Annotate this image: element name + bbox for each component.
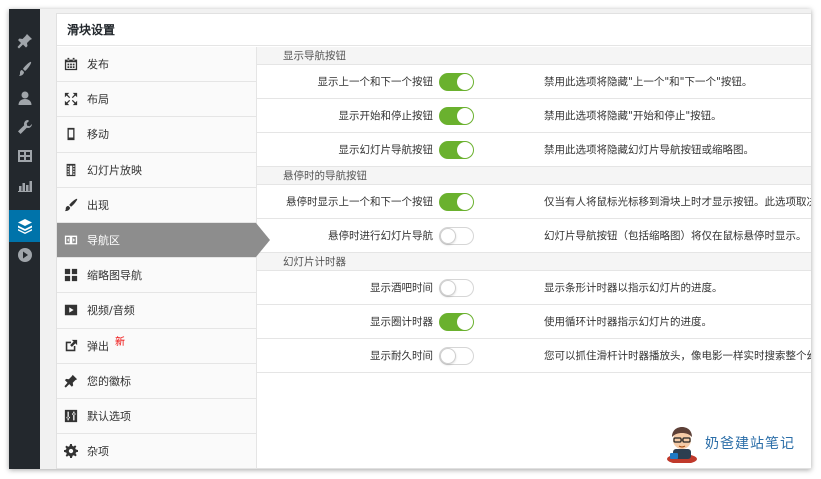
nav-item-label: 弹出 bbox=[87, 339, 109, 353]
nav-item-mobile[interactable]: 移动 bbox=[57, 117, 256, 153]
film-icon bbox=[64, 163, 78, 177]
setting-row: 悬停时进行幻灯片导航 幻灯片导航按钮（包括缩略图）将仅在鼠标悬停时显示。 bbox=[257, 219, 811, 253]
nav-item-logo[interactable]: 您的徽标 bbox=[57, 363, 256, 399]
external-icon bbox=[64, 339, 78, 353]
settings-panel: 滑块设置 发布 布局 移动 幻灯片放映 出现 导航区 缩略图导航 视频/音频 弹… bbox=[56, 13, 811, 469]
setting-description: 禁用此选项将隐藏"上一个"和"下一个"按钮。 bbox=[544, 76, 753, 88]
setting-row: 显示圈计时器 使用循环计时器指示幻灯片的进度。 bbox=[257, 305, 811, 339]
nav-item-thumbnails[interactable]: 缩略图导航 bbox=[57, 258, 256, 294]
setting-description: 禁用此选项将隐藏"开始和停止"按钮。 bbox=[544, 110, 722, 122]
setting-description: 显示条形计时器以指示幻灯片的进度。 bbox=[544, 282, 723, 294]
toggle-switch-off[interactable] bbox=[439, 227, 474, 245]
chart-icon[interactable] bbox=[9, 171, 40, 199]
watermark: 奶爸建站笔记 bbox=[664, 423, 795, 463]
setting-description: 使用循环计时器指示幻灯片的进度。 bbox=[544, 316, 712, 328]
nav-item-label: 幻灯片放映 bbox=[87, 163, 142, 177]
toggle-knob bbox=[440, 228, 456, 244]
nav-item-video-audio[interactable]: 视频/音频 bbox=[57, 293, 256, 329]
toggle-switch-on[interactable] bbox=[439, 73, 474, 91]
nav-item-label: 缩略图导航 bbox=[87, 269, 142, 283]
navigation-icon bbox=[64, 233, 78, 247]
setting-label: 显示上一个和下一个按钮 bbox=[317, 76, 434, 88]
play-icon[interactable] bbox=[9, 241, 40, 269]
toggle-knob bbox=[457, 74, 473, 90]
nav-item-label: 导航区 bbox=[87, 234, 120, 248]
toggle-switch-on[interactable] bbox=[439, 141, 474, 159]
nav-item-slideshow[interactable]: 幻灯片放映 bbox=[57, 152, 256, 188]
brush-icon[interactable] bbox=[9, 55, 40, 83]
admin-sidebar bbox=[9, 9, 40, 469]
toggle-switch-off[interactable] bbox=[439, 279, 474, 297]
grid-icon[interactable] bbox=[9, 142, 40, 170]
thumbnails-icon bbox=[64, 268, 78, 282]
toggle-switch-on[interactable] bbox=[439, 193, 474, 211]
pin-icon[interactable] bbox=[9, 27, 40, 55]
setting-label: 显示开始和停止按钮 bbox=[338, 110, 434, 122]
nav-item-label: 布局 bbox=[87, 93, 109, 107]
nav-item-defaults[interactable]: 默认选项 bbox=[57, 398, 256, 435]
layers-icon[interactable] bbox=[9, 210, 40, 242]
user-icon[interactable] bbox=[9, 84, 40, 112]
settings-nav: 发布 布局 移动 幻灯片放映 出现 导航区 缩略图导航 视频/音频 弹出 新 您… bbox=[57, 47, 270, 469]
setting-row: 悬停时显示上一个和下一个按钮 仅当有人将鼠标光标移到滑块上时才显示按钮。此选项取… bbox=[257, 185, 811, 219]
section-header: 幻灯片计时器 bbox=[257, 253, 811, 271]
nav-item-misc[interactable]: 杂项 bbox=[57, 434, 256, 469]
wrench-icon[interactable] bbox=[9, 113, 40, 141]
toggle-knob bbox=[440, 280, 456, 296]
video-icon bbox=[64, 303, 78, 317]
nav-item-label: 您的徽标 bbox=[87, 374, 131, 388]
toggle-knob bbox=[440, 348, 456, 364]
sliders-icon bbox=[64, 409, 78, 423]
expand-icon bbox=[64, 92, 78, 106]
nav-item-label: 默认选项 bbox=[87, 409, 131, 423]
avatar-icon bbox=[667, 427, 697, 463]
toggle-switch-on[interactable] bbox=[439, 313, 474, 331]
setting-row: 显示上一个和下一个按钮 禁用此选项将隐藏"上一个"和"下一个"按钮。 bbox=[257, 65, 811, 99]
toggle-knob bbox=[457, 194, 473, 210]
toggle-knob bbox=[457, 314, 473, 330]
setting-description: 禁用此选项将隐藏幻灯片导航按钮或缩略图。 bbox=[544, 144, 754, 156]
toggle-switch-off[interactable] bbox=[439, 347, 474, 365]
nav-item-label: 视频/音频 bbox=[87, 304, 135, 318]
nav-item-label: 杂项 bbox=[87, 445, 109, 459]
mobile-icon bbox=[64, 127, 78, 141]
window-frame: 滑块设置 发布 布局 移动 幻灯片放映 出现 导航区 缩略图导航 视频/音频 弹… bbox=[9, 9, 811, 469]
setting-label: 显示幻灯片导航按钮 bbox=[338, 144, 434, 156]
setting-label: 显示酒吧时间 bbox=[370, 282, 433, 294]
brush-icon bbox=[64, 198, 78, 212]
nav-item-appearance[interactable]: 出现 bbox=[57, 187, 256, 223]
watermark-text: 奶爸建站笔记 bbox=[705, 436, 795, 452]
settings-content: 显示导航按钮 显示上一个和下一个按钮 禁用此选项将隐藏"上一个"和"下一个"按钮… bbox=[257, 47, 811, 469]
setting-label: 显示圈计时器 bbox=[370, 316, 433, 328]
nav-item-publish[interactable]: 发布 bbox=[57, 47, 256, 83]
setting-label: 悬停时进行幻灯片导航 bbox=[328, 230, 433, 242]
nav-item-label: 出现 bbox=[87, 198, 109, 212]
setting-row: 显示开始和停止按钮 禁用此选项将隐藏"开始和停止"按钮。 bbox=[257, 99, 811, 133]
nav-item-label: 发布 bbox=[87, 58, 109, 72]
toggle-knob bbox=[457, 108, 473, 124]
gear-icon bbox=[64, 444, 78, 459]
toggle-knob bbox=[457, 142, 473, 158]
panel-title: 滑块设置 bbox=[57, 14, 811, 46]
setting-row: 显示耐久时间 您可以抓住滑杆计时器播放头，像电影一样实时搜索整个幻 bbox=[257, 339, 811, 373]
nav-item-layout[interactable]: 布局 bbox=[57, 82, 256, 118]
setting-row: 显示幻灯片导航按钮 禁用此选项将隐藏幻灯片导航按钮或缩略图。 bbox=[257, 133, 811, 167]
toggle-switch-on[interactable] bbox=[439, 107, 474, 125]
pin-icon bbox=[64, 374, 78, 388]
nav-item-popup[interactable]: 弹出 新 bbox=[57, 328, 256, 364]
setting-label: 悬停时显示上一个和下一个按钮 bbox=[286, 196, 433, 208]
setting-description: 您可以抓住滑杆计时器播放头，像电影一样实时搜索整个幻 bbox=[544, 350, 811, 362]
section-header: 显示导航按钮 bbox=[257, 47, 811, 65]
new-badge: 新 bbox=[115, 337, 125, 349]
setting-description: 幻灯片导航按钮（包括缩略图）将仅在鼠标悬停时显示。 bbox=[544, 230, 807, 242]
nav-item-navigation[interactable]: 导航区 bbox=[57, 222, 270, 259]
section-header: 悬停时的导航按钮 bbox=[257, 167, 811, 185]
calendar-icon bbox=[64, 57, 78, 71]
setting-label: 显示耐久时间 bbox=[370, 350, 433, 362]
setting-row: 显示酒吧时间 显示条形计时器以指示幻灯片的进度。 bbox=[257, 271, 811, 305]
setting-description: 仅当有人将鼠标光标移到滑块上时才显示按钮。此选项取决 bbox=[544, 196, 811, 208]
nav-item-label: 移动 bbox=[87, 128, 109, 142]
